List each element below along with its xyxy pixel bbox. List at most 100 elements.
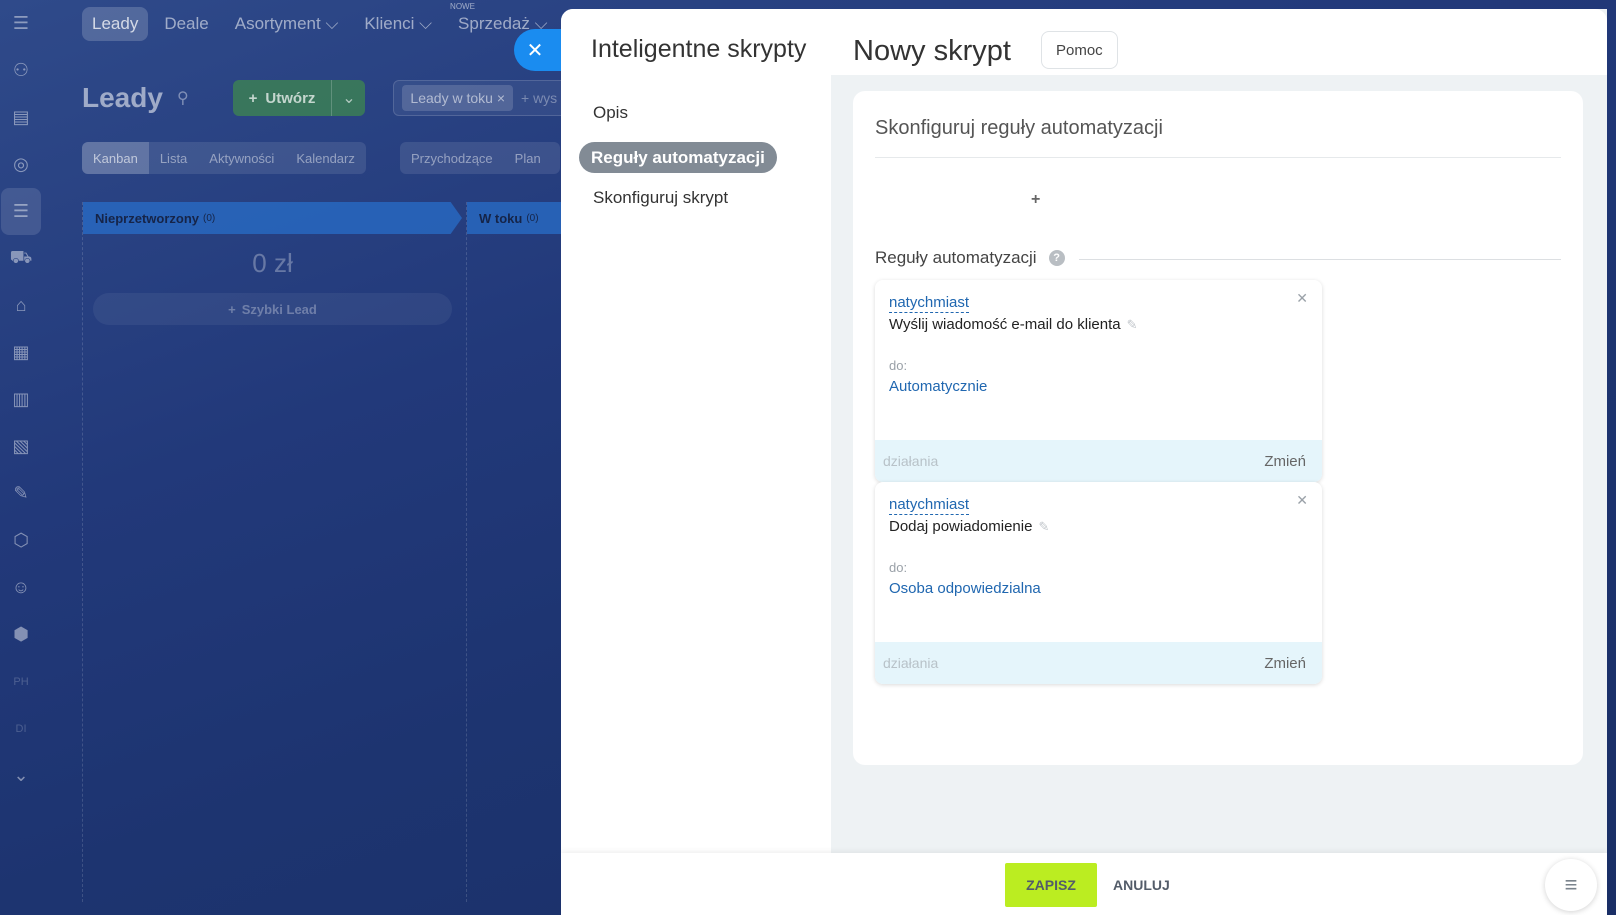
create-label: Utwórz: [265, 89, 316, 107]
chevron-down-icon[interactable]: ⌄: [0, 752, 42, 799]
view-tabs: Kanban Lista Aktywności Kalendarz: [82, 142, 366, 174]
divider: [875, 157, 1561, 158]
nav-klienci[interactable]: Klienci ⌵: [354, 7, 442, 41]
tab-kalendarz[interactable]: Kalendarz: [285, 142, 366, 174]
column-name: Nieprzetworzony: [95, 210, 200, 226]
side-item-skonfiguruj[interactable]: Skonfiguruj skrypt: [593, 188, 728, 208]
filter-chip-label: Leady w toku: [410, 90, 493, 106]
column-count: (0): [526, 212, 539, 224]
question-icon[interactable]: ?: [1048, 250, 1065, 266]
target-icon[interactable]: ◎: [0, 141, 42, 188]
plus-icon: +: [248, 89, 258, 107]
nav-leady[interactable]: Leady: [82, 7, 149, 41]
top-nav: Leady Deale Asortyment ⌵ Klienci ⌵ NOWE …: [82, 2, 557, 42]
tab-aktywnosci[interactable]: Aktywności: [198, 142, 285, 174]
rule-footer: działania Zmień: [875, 642, 1322, 684]
side-item-reguly[interactable]: Reguły automatyzacji: [579, 142, 777, 173]
rule-to-value[interactable]: Automatycznie: [889, 378, 987, 395]
add-stage-button[interactable]: +: [1031, 191, 1040, 209]
store-icon[interactable]: ⌂: [0, 282, 42, 329]
rule-timing-link[interactable]: natychmiast: [889, 496, 970, 515]
rail-badge-di[interactable]: DI: [0, 705, 42, 752]
rule-to-value[interactable]: Osoba odpowiedzialna: [889, 580, 1041, 597]
script-panel: Inteligentne skrypty Opis Reguły automat…: [561, 9, 1607, 915]
rule-name-label: Dodaj powiadomienie: [889, 518, 1033, 535]
rule-change-button[interactable]: Zmień: [1264, 453, 1306, 470]
tab-kanban[interactable]: Kanban: [82, 142, 149, 174]
page-title: Nowy skrypt: [853, 35, 1011, 67]
cancel-button[interactable]: ANULUJ: [1113, 863, 1170, 907]
rule-name: Dodaj powiadomienie ✎: [889, 518, 1049, 535]
automation-rule[interactable]: ✕ natychmiast Wyślij wiadomość e-mail do…: [875, 280, 1322, 482]
pen-icon[interactable]: ✎: [0, 470, 42, 517]
rule-actions: działania: [883, 655, 939, 671]
divider: [1079, 259, 1561, 260]
rule-change-button[interactable]: Zmień: [1264, 655, 1306, 672]
rule-actions: działania: [883, 453, 939, 469]
close-panel-button[interactable]: ✕: [514, 29, 562, 71]
column-name: W toku: [479, 210, 523, 226]
rule-footer: działania Zmień: [875, 440, 1322, 482]
tab-plan[interactable]: Plan: [504, 142, 552, 174]
contact-card-icon[interactable]: ▤: [0, 94, 42, 141]
tab-przychodzace[interactable]: Przychodzące: [400, 142, 504, 174]
new-tag: NOWE: [450, 2, 475, 11]
automation-card: Skonfiguruj reguły automatyzacji + Reguł…: [853, 91, 1583, 765]
rule-to-label: do:: [889, 358, 908, 373]
pencil-icon[interactable]: ✎: [1038, 519, 1049, 535]
list-menu-icon[interactable]: ≡: [1545, 859, 1597, 911]
rule-name: Wyślij wiadomość e-mail do klienta ✎: [889, 316, 1138, 333]
quick-lead-button[interactable]: + Szybki Lead: [93, 293, 452, 325]
create-button[interactable]: + Utwórz ⌄: [232, 80, 366, 116]
chevron-down-icon[interactable]: ⌄: [331, 80, 365, 116]
bar-chart-icon[interactable]: ▥: [0, 376, 42, 423]
side-item-opis[interactable]: Opis: [593, 103, 628, 123]
box-icon[interactable]: ⬢: [0, 611, 42, 658]
automation-rule[interactable]: ✕ natychmiast Dodaj powiadomienie ✎ do: …: [875, 482, 1322, 684]
content-header: Nowy skrypt Pomoc: [831, 9, 1607, 75]
create-button-main: + Utwórz: [233, 80, 332, 116]
column-sum: 0 zł: [252, 248, 293, 278]
close-icon[interactable]: ✕: [1296, 290, 1308, 307]
footer-bar: ZAPISZ ANULUJ ≡: [561, 853, 1607, 915]
panel-content: Nowy skrypt Pomoc Skonfiguruj reguły aut…: [831, 9, 1607, 915]
calendar-icon[interactable]: ▦: [0, 329, 42, 376]
pin-icon[interactable]: ⚲: [177, 88, 189, 108]
rail-badge-ph[interactable]: PH: [0, 658, 42, 705]
counter-tabs: Przychodzące Plan: [400, 142, 560, 174]
quick-lead-label: Szybki Lead: [241, 301, 317, 317]
close-icon[interactable]: ×: [497, 90, 505, 106]
funnel-icon[interactable]: ☰: [1, 188, 41, 235]
column-header[interactable]: W toku (0): [467, 202, 566, 234]
rules-heading-label: Reguły automatyzacji: [875, 248, 1037, 267]
close-icon: ✕: [526, 39, 544, 62]
left-rail: ☰ ⚇ ▤ ◎ ☰ ⛟ ⌂ ▦ ▥ ▧ ✎ ⬡ ☺ ⬢ PH DI ⌄: [0, 0, 42, 915]
column-header[interactable]: Nieprzetworzony (0): [83, 202, 462, 234]
help-button[interactable]: Pomoc: [1041, 31, 1118, 69]
rule-name-label: Wyślij wiadomość e-mail do klienta: [889, 316, 1121, 333]
plus-icon: +: [228, 301, 236, 317]
filter-more: + wys: [521, 90, 558, 106]
page-title: Leady: [82, 82, 163, 113]
filter-chip[interactable]: Leady w toku ×: [402, 85, 513, 111]
page-head: Leady ⚲ + Utwórz ⌄ Leady w toku × + wys: [82, 80, 594, 116]
menu-icon[interactable]: ☰: [0, 0, 42, 47]
nav-asortyment[interactable]: Asortyment ⌵: [225, 7, 349, 41]
side-menu-title: Inteligentne skrypty: [591, 35, 807, 63]
nav-deale[interactable]: Deale: [154, 7, 218, 41]
close-icon[interactable]: ✕: [1296, 492, 1308, 509]
pencil-icon[interactable]: ✎: [1127, 317, 1138, 333]
cart-icon[interactable]: ⛟: [0, 235, 42, 282]
rule-timing-link[interactable]: natychmiast: [889, 294, 970, 313]
document-icon[interactable]: ▧: [0, 423, 42, 470]
kanban-column: Nieprzetworzony (0) 0 zł + Szybki Lead: [82, 202, 462, 902]
rules-heading: Reguły automatyzacji ?: [875, 248, 1065, 268]
hexagon-icon[interactable]: ⬡: [0, 517, 42, 564]
crm-icon[interactable]: ⚇: [0, 47, 42, 94]
tab-lista[interactable]: Lista: [149, 142, 198, 174]
save-button[interactable]: ZAPISZ: [1005, 863, 1097, 907]
side-menu: Inteligentne skrypty Opis Reguły automat…: [561, 9, 831, 915]
rule-to-label: do:: [889, 560, 908, 575]
column-count: (0): [203, 212, 216, 224]
robot-icon[interactable]: ☺: [0, 564, 42, 611]
